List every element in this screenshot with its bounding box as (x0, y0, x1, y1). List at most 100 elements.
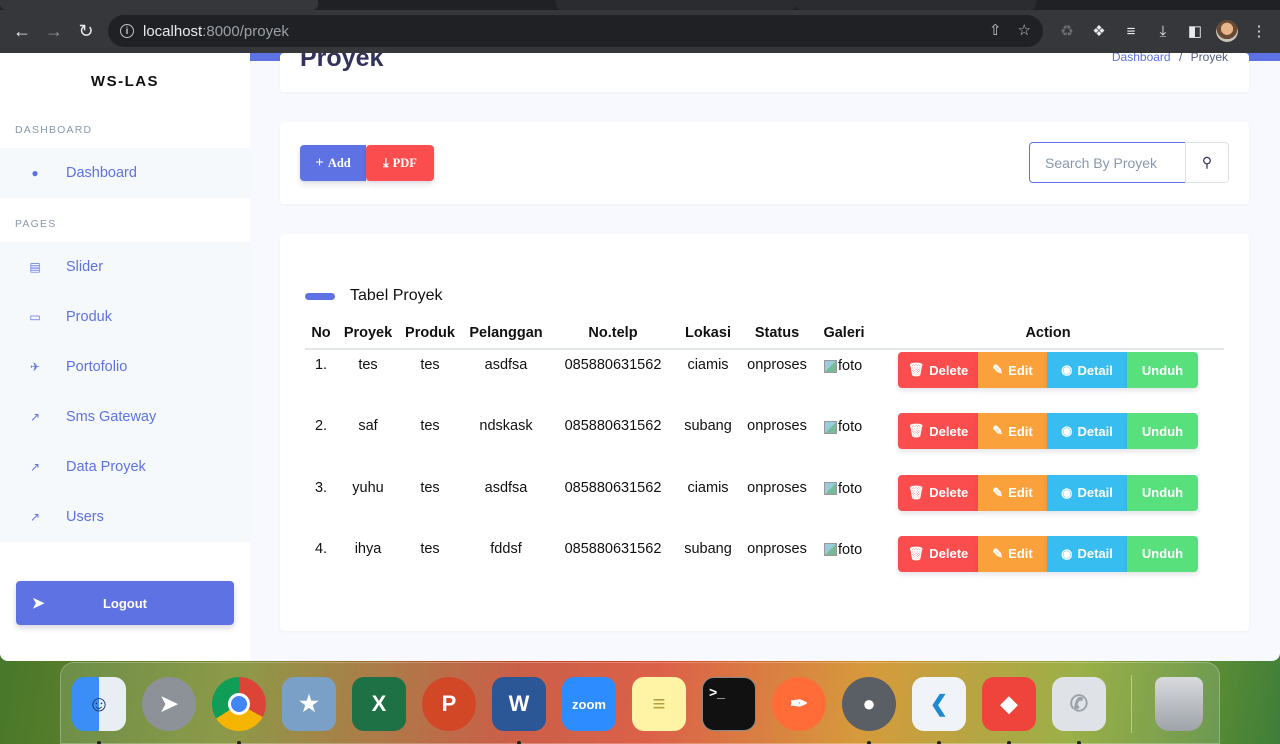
logout-button[interactable]: ➤ Logout (16, 581, 234, 625)
unduh-button[interactable]: Unduh (1127, 352, 1198, 388)
eye-icon: ◉ (1061, 362, 1073, 377)
cell-pelanggan: ndskask (479, 418, 533, 435)
edit-button[interactable]: ✎ Edit (978, 413, 1047, 450)
postman-icon[interactable]: ✒ (772, 677, 826, 731)
sidebar-item-slider[interactable]: ▤ Slider (0, 242, 250, 292)
cell-galeri-image[interactable]: foto (824, 419, 862, 435)
unduh-button[interactable]: Unduh (1127, 413, 1198, 450)
trash-icon: 🗑 (907, 545, 925, 561)
cell-galeri-image[interactable]: foto (824, 358, 862, 374)
excel-icon[interactable]: X (352, 677, 406, 731)
search-button[interactable]: ⚲ (1185, 142, 1229, 183)
sidebar-item-sms-gateway[interactable]: ↗ Sms Gateway (0, 392, 250, 442)
back-icon[interactable]: ← (6, 16, 38, 48)
site-info-icon[interactable]: i (120, 24, 134, 38)
broken-image-icon (824, 420, 837, 434)
header-divider (305, 348, 1224, 350)
mamp-icon[interactable]: ● (842, 677, 896, 731)
download-icon[interactable]: ⤓ (1152, 15, 1174, 47)
unduh-button[interactable]: Unduh (1127, 535, 1198, 572)
column-header-no: No (311, 325, 331, 341)
broken-image-icon (824, 543, 837, 557)
detail-button[interactable]: ◉ Detail (1047, 535, 1127, 572)
sidebar-item-label: Portofolio (66, 359, 128, 375)
sidebar-item-portofolio[interactable]: ✈ Portofolio (0, 342, 250, 392)
cell-produk: tes (420, 357, 440, 373)
cell-galeri-image[interactable]: foto (824, 481, 862, 497)
finder-icon[interactable]: ☺ (72, 677, 126, 731)
page-title: Proyek (300, 53, 384, 72)
trash-icon[interactable] (1155, 677, 1203, 731)
browser-tab[interactable] (796, 0, 1036, 10)
address-bar[interactable]: i localhost:8000/proyek ⇧ ☆ (108, 15, 1043, 47)
breadcrumb-link-dashboard[interactable]: Dashboard (1112, 53, 1171, 64)
tab-strip (0, 0, 1280, 10)
sidebar-item-label: Users (66, 509, 104, 525)
id-card-icon: ▤ (29, 260, 41, 274)
add-button[interactable]: + Add (300, 145, 366, 181)
menu-kebab-icon[interactable]: ⋮ (1248, 15, 1270, 47)
column-header-proyek: Proyek (343, 325, 393, 341)
zoom-icon[interactable]: zoom (562, 677, 616, 731)
edit-icon: ✎ (992, 545, 1004, 561)
url-text[interactable]: localhost:8000/proyek (143, 23, 289, 40)
eye-icon: ◉ (1061, 545, 1073, 561)
launchpad-icon[interactable]: ➤ (142, 677, 196, 731)
sidebar-item-data-proyek[interactable]: ↗ Data Proyek (0, 442, 250, 492)
share-icon[interactable]: ⇧ (989, 21, 1002, 39)
page-viewport: WS-LAS DASHBOARD ● Dashboard PAGES ▤ Sli… (0, 53, 1280, 661)
preview-icon[interactable]: ★ (282, 677, 336, 731)
detail-button[interactable]: ◉ Detail (1047, 352, 1127, 388)
sidebar-item-dashboard[interactable]: ● Dashboard (0, 148, 250, 198)
edit-button[interactable]: ✎ Edit (978, 474, 1047, 511)
detail-button[interactable]: ◉ Detail (1047, 474, 1127, 511)
edit-button-label: Edit (1008, 423, 1033, 439)
chart-line-icon: ↗ (29, 510, 41, 524)
flame-icon: ● (31, 166, 39, 180)
notes-icon[interactable]: ≡ (632, 677, 686, 731)
extensions-puzzle-icon[interactable]: ❖ (1088, 15, 1110, 47)
pdf-button[interactable]: ⤓ PDF (366, 145, 434, 181)
sidebar-section-dashboard: DASHBOARD (15, 124, 93, 136)
powerpoint-icon[interactable]: P (422, 677, 476, 731)
unduh-button[interactable]: Unduh (1127, 474, 1198, 511)
browser-tab[interactable] (556, 0, 796, 10)
delete-button[interactable]: 🗑 Delete (898, 413, 978, 450)
search-input[interactable]: Search By Proyek (1029, 142, 1186, 183)
profile-avatar[interactable] (1216, 20, 1238, 42)
media-queue-icon[interactable]: ≡ (1120, 15, 1142, 47)
edit-button[interactable]: ✎ Edit (978, 352, 1047, 388)
side-panel-icon[interactable]: ◧ (1184, 15, 1206, 47)
forward-icon[interactable]: → (38, 16, 70, 48)
bookmark-star-icon[interactable]: ☆ (1018, 21, 1031, 39)
vscode-icon[interactable]: ❮ (912, 677, 966, 731)
sidebar-item-users[interactable]: ↗ Users (0, 492, 250, 542)
whatsapp-icon[interactable]: ✆ (1052, 677, 1106, 731)
chrome-icon[interactable] (212, 677, 266, 731)
delete-button-label: Delete (929, 423, 969, 439)
recycle-extension-icon[interactable]: ♻ (1056, 15, 1078, 47)
edit-button[interactable]: ✎ Edit (978, 535, 1047, 572)
detail-button[interactable]: ◉ Detail (1047, 413, 1127, 450)
cell-no: 1. (314, 357, 328, 373)
breadcrumb-current: Proyek (1190, 53, 1228, 64)
delete-button[interactable]: 🗑 Delete (898, 474, 978, 511)
sidebar-group-dashboard: ● Dashboard (0, 148, 250, 198)
brand-logo[interactable]: WS-LAS (0, 73, 250, 90)
column-header-lokasi: Lokasi (685, 325, 731, 341)
trash-icon: 🗑 (907, 423, 925, 439)
plane-icon: ✈ (29, 360, 41, 374)
delete-button[interactable]: 🗑 Delete (898, 352, 978, 388)
delete-button[interactable]: 🗑 Delete (898, 535, 978, 572)
column-header-status: Status (754, 325, 800, 341)
terminal-icon[interactable]: >_ (702, 677, 756, 731)
sidebar-item-produk[interactable]: ▭ Produk (0, 292, 250, 342)
word-icon[interactable]: W (492, 677, 546, 731)
cell-no-telp: 085880631562 (564, 357, 662, 373)
cell-galeri-image[interactable]: foto (824, 542, 862, 558)
browser-tab[interactable] (0, 0, 318, 10)
unduh-button-label: Unduh (1141, 485, 1184, 501)
reload-icon[interactable]: ↻ (70, 16, 102, 48)
image-alt-text: foto (838, 480, 863, 497)
anydesk-icon[interactable]: ◆ (982, 677, 1036, 731)
